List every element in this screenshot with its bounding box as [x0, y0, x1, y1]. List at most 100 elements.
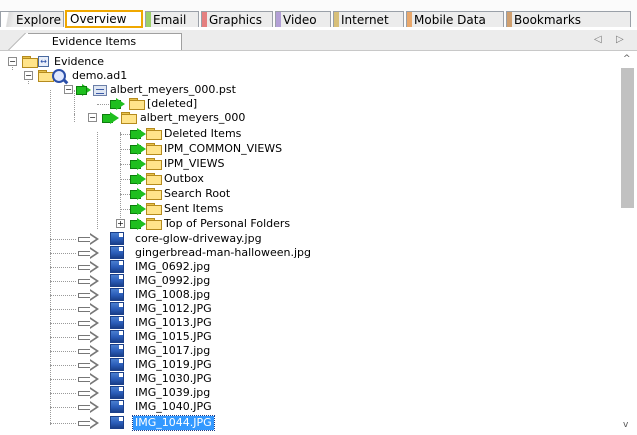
unchecked-arrow-icon[interactable] — [78, 317, 100, 329]
evidence-tree[interactable]: − ↔ Evidence − demo.ad1 − albert_meyers_… — [0, 52, 618, 435]
image-file-icon — [110, 302, 124, 315]
tree-connector — [50, 351, 76, 352]
unchecked-arrow-icon[interactable] — [78, 303, 100, 315]
tree-node-folder[interactable]: Sent Items — [0, 202, 618, 216]
green-arrow-icon — [137, 173, 146, 185]
tree-node-pst[interactable]: − albert_meyers_000.pst — [0, 83, 618, 97]
expand-icon[interactable]: + — [116, 219, 125, 228]
image-file-icon — [110, 246, 124, 259]
tree-node-folder[interactable]: IPM_COMMON_VIEWS — [0, 142, 618, 156]
tab-scroll-right-icon[interactable]: ▷ — [616, 34, 624, 45]
tab-graphics[interactable]: Graphics — [201, 11, 273, 27]
tree-connector — [50, 267, 76, 268]
collapse-icon[interactable]: − — [24, 71, 33, 80]
tab-overview[interactable]: Overview — [65, 10, 143, 28]
tree-node-folder[interactable]: Outbox — [0, 172, 618, 186]
tab-mobile-data-label: Mobile Data — [414, 13, 486, 27]
tree-node-file[interactable]: IMG_0692.jpg — [0, 260, 618, 274]
collapse-icon[interactable]: − — [64, 85, 73, 94]
tab-mobile-data[interactable]: Mobile Data — [406, 11, 504, 27]
tree-node-file[interactable]: IMG_1040.JPG — [0, 400, 618, 414]
tree-node-image[interactable]: − demo.ad1 — [0, 69, 618, 83]
tab-overview-label: Overview — [70, 12, 127, 26]
tree-label: IMG_1039.jpg — [135, 386, 211, 399]
tree-label: IMG_1030.JPG — [135, 372, 212, 385]
tree-node-folder[interactable]: IPM_VIEWS — [0, 157, 618, 171]
unchecked-arrow-icon[interactable] — [78, 247, 100, 259]
tree-node-file[interactable]: IMG_1013.JPG — [0, 316, 618, 330]
tree-label: IPM_VIEWS — [164, 157, 225, 170]
unchecked-arrow-icon[interactable] — [78, 289, 100, 301]
scroll-up-icon[interactable]: ^ — [623, 54, 631, 64]
collapse-icon[interactable]: − — [88, 113, 97, 122]
unchecked-arrow-icon[interactable] — [78, 275, 100, 287]
tree-node-file-selected[interactable]: IMG_1044.JPG — [0, 415, 618, 431]
tree-connector — [50, 423, 76, 424]
tree-node-file[interactable]: core-glow-driveway.jpg — [0, 232, 618, 246]
tree-label: IMG_1015.JPG — [135, 330, 212, 343]
tree-node-file[interactable]: gingerbread-man-halloween.jpg — [0, 246, 618, 260]
tab-evidence-items[interactable]: Evidence Items — [6, 33, 182, 50]
tree-node-folder[interactable]: + Top of Personal Folders — [0, 217, 618, 231]
tree-label: IMG_1008.jpg — [135, 288, 211, 301]
tab-internet[interactable]: Internet — [333, 11, 404, 27]
folder-icon — [22, 56, 38, 68]
folder-icon — [146, 218, 162, 230]
tree-label: Top of Personal Folders — [164, 217, 291, 230]
tab-explore-label: Explore — [16, 13, 62, 27]
tab-explore[interactable]: Explore — [0, 11, 64, 27]
tree-label: IMG_1012.JPG — [135, 302, 212, 315]
unchecked-arrow-icon[interactable] — [78, 417, 100, 429]
unchecked-arrow-icon[interactable] — [78, 261, 100, 273]
tree-node-file[interactable]: IMG_1019.JPG — [0, 358, 618, 372]
tree-connector — [120, 194, 130, 195]
tree-node-file[interactable]: IMG_1017.jpg — [0, 344, 618, 358]
tab-email-label: Email — [153, 13, 187, 27]
magnifier-icon — [52, 69, 66, 83]
tree-node-folder[interactable]: Search Root — [0, 187, 618, 201]
scrollbar-thumb[interactable] — [621, 68, 634, 208]
folder-icon — [146, 173, 162, 185]
unchecked-arrow-icon[interactable] — [78, 359, 100, 371]
green-arrow-icon — [110, 112, 119, 124]
tree-node-deleted[interactable]: [deleted] — [0, 97, 618, 111]
tree-label: IMG_0692.jpg — [135, 260, 211, 273]
tree-node-file[interactable]: IMG_1030.JPG — [0, 372, 618, 386]
unchecked-arrow-icon[interactable] — [78, 331, 100, 343]
tree-connector — [120, 164, 130, 165]
tree-node-evidence[interactable]: − ↔ Evidence — [0, 55, 618, 69]
unchecked-arrow-icon[interactable] — [78, 401, 100, 413]
tree-label: Evidence — [54, 55, 105, 68]
tab-email[interactable]: Email — [145, 11, 199, 27]
tree-label: [deleted] — [147, 97, 198, 110]
folder-icon — [146, 143, 162, 155]
tree-node-mailbox[interactable]: − albert_meyers_000 — [0, 111, 618, 125]
tree-node-file[interactable]: IMG_1012.JPG — [0, 302, 618, 316]
tree-connector — [50, 239, 76, 240]
unchecked-arrow-icon[interactable] — [78, 233, 100, 245]
collapse-icon[interactable]: − — [8, 57, 17, 66]
tree-node-folder[interactable]: Deleted Items — [0, 127, 618, 141]
tab-bookmarks[interactable]: Bookmarks — [506, 11, 631, 27]
tree-label: gingerbread-man-halloween.jpg — [135, 246, 311, 259]
check-box-icon[interactable] — [76, 86, 87, 95]
tree-label: albert_meyers_000 — [140, 111, 246, 124]
tab-scroll-left-icon[interactable]: ◁ — [594, 34, 602, 45]
scroll-down-icon[interactable]: v — [623, 420, 628, 430]
tree-node-file[interactable]: IMG_1039.jpg — [0, 386, 618, 400]
green-arrow-icon — [137, 188, 146, 200]
tree-label: Deleted Items — [164, 127, 242, 140]
tree-node-file[interactable]: IMG_1008.jpg — [0, 288, 618, 302]
tree-connector — [50, 393, 76, 394]
tree-scrollbar[interactable]: ^ v — [618, 52, 637, 435]
tab-video[interactable]: Video — [275, 11, 331, 27]
tree-label: core-glow-driveway.jpg — [135, 232, 262, 245]
unchecked-arrow-icon[interactable] — [78, 373, 100, 385]
image-file-icon — [110, 358, 124, 371]
evidence-icon: ↔ — [38, 56, 49, 67]
unchecked-arrow-icon[interactable] — [78, 345, 100, 357]
tree-node-file[interactable]: IMG_1015.JPG — [0, 330, 618, 344]
tree-node-file[interactable]: IMG_0992.jpg — [0, 274, 618, 288]
tree-label: IMG_1013.JPG — [135, 316, 212, 329]
unchecked-arrow-icon[interactable] — [78, 387, 100, 399]
